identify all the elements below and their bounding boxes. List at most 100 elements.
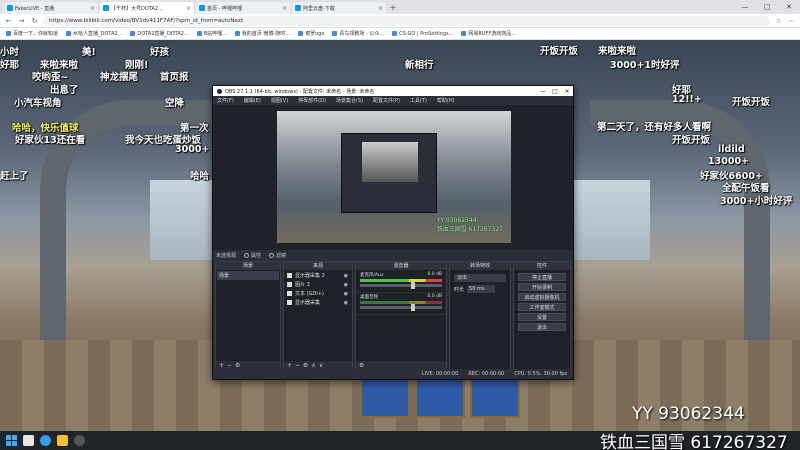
video-floor-panel xyxy=(470,378,520,418)
back-arrow-icon[interactable]: ← xyxy=(4,17,13,25)
scenes-list: 场景 xyxy=(217,271,279,361)
eye-icon[interactable]: ◉ xyxy=(344,282,351,288)
bookmark-item[interactable]: CS:GO | ProSettings... xyxy=(392,31,453,37)
bookmark-icon xyxy=(392,31,398,36)
danmaku-comment: 3000+ xyxy=(175,144,210,155)
obs-preview[interactable]: YY 93062344 铁血三国雪 617267327 xyxy=(213,105,573,250)
eye-icon[interactable]: ◉ xyxy=(344,291,351,297)
windows-start-icon[interactable] xyxy=(6,435,17,446)
channel-name: 麦克风/Aux xyxy=(360,273,384,278)
danmaku-comment: 开饭开饭 xyxy=(540,46,579,57)
tab-close-icon[interactable]: × xyxy=(90,5,95,12)
source-item[interactable]: 图片 3 ◉ xyxy=(285,280,351,289)
transition-duration: 时长 50 ms xyxy=(454,285,506,293)
danmaku-comment: 好家伙13还在看 xyxy=(15,135,86,146)
studio-mode-button[interactable]: 工作室模式 xyxy=(518,303,566,311)
settings-button[interactable]: 设置 xyxy=(518,313,566,321)
menu-view[interactable]: 视图(V) xyxy=(271,97,288,104)
obs-minimize-button[interactable]: — xyxy=(537,88,549,95)
danmaku-comment: ildild xyxy=(718,144,745,155)
slider-handle[interactable] xyxy=(410,282,415,289)
danmaku-comment: 咬哟歪~ xyxy=(32,72,69,83)
start-recording-button[interactable]: 开始录制 xyxy=(518,283,566,291)
bookmark-item[interactable]: 网易BUFF游戏饰品... xyxy=(461,30,516,37)
refresh-icon[interactable]: ↻ xyxy=(30,17,39,25)
obs-taskbar-icon[interactable] xyxy=(74,435,85,446)
new-tab-button[interactable]: + xyxy=(388,2,398,14)
forward-arrow-icon[interactable]: → xyxy=(17,17,26,25)
obs-close-button[interactable]: ✕ xyxy=(561,88,573,95)
obs-maximize-button[interactable]: □ xyxy=(549,88,561,95)
duration-input[interactable]: 50 ms xyxy=(467,285,496,293)
rec-time: REC: 00:00:00 xyxy=(468,371,505,377)
properties-button[interactable]: 属性 xyxy=(244,252,261,259)
bookmark-item[interactable]: 水哈人直播_DOTA2... xyxy=(66,30,122,37)
bookmark-item[interactable]: 谢罗ogo xyxy=(298,30,324,37)
filters-button[interactable]: 滤镜 xyxy=(269,252,286,259)
tab-close-icon[interactable]: × xyxy=(378,5,383,12)
watermark-yy: YY 93062344 xyxy=(632,404,745,424)
obs-logo-icon xyxy=(217,88,222,94)
bookmark-icon xyxy=(196,31,202,36)
danmaku-comment: 13000+ xyxy=(708,156,750,167)
danmaku-comment: 好孩 xyxy=(150,47,170,58)
danmaku-comment: 哈哈 xyxy=(190,171,210,182)
volume-slider[interactable] xyxy=(360,282,442,289)
edge-browser-icon[interactable] xyxy=(40,435,51,446)
menu-file[interactable]: 文件(F) xyxy=(217,97,234,104)
menu-edit[interactable]: 编辑(E) xyxy=(244,97,261,104)
scenes-dock: 场景 场景 +−⚙ xyxy=(215,261,281,371)
star-icon[interactable]: ☆ xyxy=(774,17,783,25)
bookmark-item[interactable]: 我的首页 微博-随时... xyxy=(234,30,290,37)
eye-icon[interactable]: ◉ xyxy=(344,300,351,306)
source-item[interactable]: 显示器采集 2 ◉ xyxy=(285,271,351,280)
danmaku-comment: 全配午饭看 xyxy=(722,183,770,194)
bookmark-item[interactable]: DOTA2直播_DOTA2... xyxy=(130,30,189,37)
mixer-header: 混音器 xyxy=(356,262,446,270)
minimize-button[interactable]: — xyxy=(734,0,756,14)
virtual-camera-button[interactable]: 启动虚拟摄像机 xyxy=(518,293,566,301)
menu-dots-icon[interactable]: ⋯ xyxy=(787,17,796,25)
bookmark-item[interactable]: 百度一下，你就知道 xyxy=(6,30,58,37)
eye-icon[interactable]: ◉ xyxy=(344,273,351,279)
scene-item[interactable]: 场景 xyxy=(217,271,279,280)
browser-tab[interactable]: 阿里云盘-下载 × xyxy=(292,2,386,14)
nested-preview-image xyxy=(362,142,418,182)
sources-list: 显示器采集 2 ◉ 图片 3 ◉ 文本 (GDI+) ◉ 显示器采集 ◉ xyxy=(285,271,351,361)
browser-tab[interactable]: 首页 - 哔哩哔哩 × xyxy=(196,2,290,14)
danmaku-comment: 3000+1时好评 xyxy=(610,60,680,71)
folder-icon[interactable] xyxy=(57,435,68,446)
exit-button[interactable]: 退出 xyxy=(518,323,566,331)
url-input[interactable]: https://www.bilibili.com/video/BV1dv411F… xyxy=(43,15,770,26)
browser-tab-active[interactable]: 【千杯】大号DOTA2... × xyxy=(100,2,194,14)
bookmark-icon xyxy=(298,31,304,36)
menu-profile[interactable]: 配置文件(P) xyxy=(373,97,400,104)
tab-close-icon[interactable]: × xyxy=(282,5,287,12)
browser-tab[interactable]: FakerLIVE - 直播 × xyxy=(4,2,98,14)
menu-tools[interactable]: 工具(T) xyxy=(410,97,427,104)
stop-streaming-button[interactable]: 停止直播 xyxy=(518,273,566,281)
source-item[interactable]: 显示器采集 ◉ xyxy=(285,298,351,307)
menu-docks[interactable]: 停靠部件(D) xyxy=(298,97,326,104)
danmaku-comment: 首页报 xyxy=(160,72,189,83)
close-button[interactable]: ✕ xyxy=(778,0,800,14)
source-item[interactable]: 文本 (GDI+) ◉ xyxy=(285,289,351,298)
obs-source-toolbar: 未选择源 属性 滤镜 xyxy=(213,250,573,260)
bookmark-item[interactable]: 青鸟领教场 - 公众... xyxy=(332,30,384,37)
volume-slider[interactable] xyxy=(360,304,442,311)
channel-name: 桌面音频 xyxy=(360,295,378,300)
sources-header: 来源 xyxy=(284,262,352,270)
bookmark-icon xyxy=(332,31,338,36)
maximize-button[interactable]: □ xyxy=(756,0,778,14)
menu-help[interactable]: 帮助(H) xyxy=(437,97,455,104)
slider-handle[interactable] xyxy=(410,304,415,311)
scenes-header: 场景 xyxy=(216,262,280,270)
tab-close-icon[interactable]: × xyxy=(186,5,191,12)
bookmark-item[interactable]: B站哔哩... xyxy=(196,30,227,37)
menu-scene-collection[interactable]: 场景集合(S) xyxy=(336,97,363,104)
danmaku-comment: 刚刚! xyxy=(125,60,149,71)
mixer-channel: 桌面音频 0.0 dB xyxy=(357,293,445,315)
danmaku-comment: 神龙摆尾 xyxy=(100,72,139,83)
transition-select[interactable]: 淡出 xyxy=(454,274,506,282)
file-explorer-icon[interactable] xyxy=(23,435,34,446)
